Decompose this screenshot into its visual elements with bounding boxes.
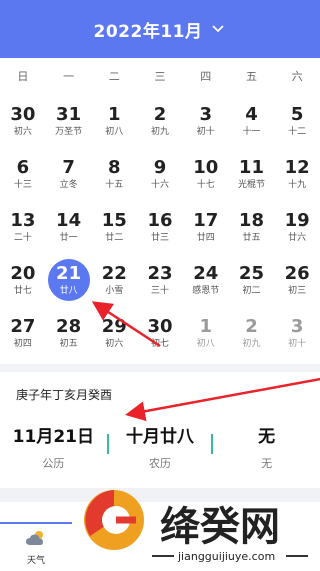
- annotation-arrow: [125, 377, 320, 422]
- annotation-arrow: [91, 301, 161, 348]
- annotation-arrows: [91, 301, 320, 422]
